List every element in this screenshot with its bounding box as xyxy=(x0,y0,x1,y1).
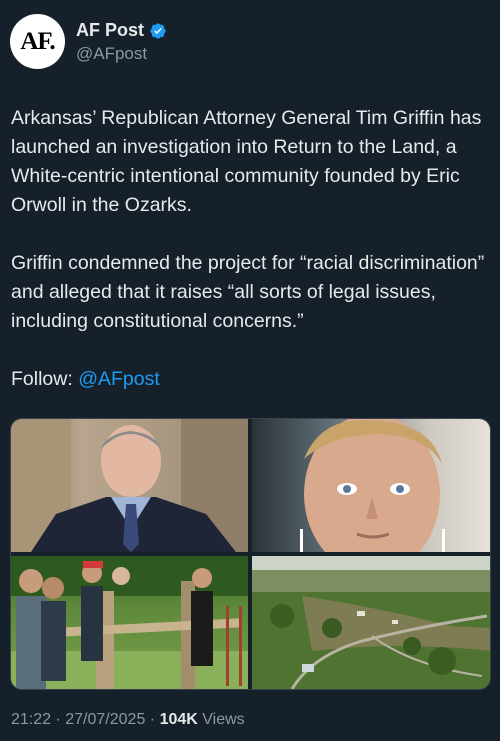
media-grid xyxy=(10,418,491,690)
author-name-row: AF Post xyxy=(76,20,167,41)
avatar[interactable]: AF. xyxy=(10,14,65,69)
photo-men-building-fence[interactable] xyxy=(11,556,248,689)
photo-eric-orwoll[interactable] xyxy=(252,419,490,552)
follow-line: Follow: @AFpost xyxy=(11,365,493,394)
fence-building-illustration xyxy=(11,556,248,689)
author-info: AF Post @AFpost xyxy=(76,20,167,64)
attorney-general-illustration xyxy=(11,419,248,552)
views-label: Views xyxy=(202,711,245,728)
post-metadata: 21:22 · 27/07/2025 · 104K Views xyxy=(11,711,245,729)
post-timestamp[interactable]: 21:22 · 27/07/2025 · xyxy=(11,711,160,728)
verified-badge-icon xyxy=(150,22,166,39)
follow-handle-link[interactable]: @AFpost xyxy=(78,368,160,390)
aerial-land-illustration xyxy=(252,556,490,689)
post-paragraph-2: Griffin condemned the project for “racia… xyxy=(11,252,485,332)
views-count: 104K xyxy=(159,711,198,728)
post-header: AF. AF Post @AFpost xyxy=(10,14,167,69)
photo-aerial-ozarks-land[interactable] xyxy=(252,556,490,689)
follow-label: Follow: xyxy=(11,368,73,390)
eric-orwoll-illustration xyxy=(300,419,445,552)
post-paragraph-1: Arkansas’ Republican Attorney General Ti… xyxy=(11,107,482,216)
author-handle[interactable]: @AFpost xyxy=(76,44,167,64)
avatar-logo-text: AF. xyxy=(20,27,55,55)
post-body: Arkansas’ Republican Attorney General Ti… xyxy=(11,104,493,423)
author-name[interactable]: AF Post xyxy=(76,20,144,41)
photo-attorney-general[interactable] xyxy=(11,419,248,552)
